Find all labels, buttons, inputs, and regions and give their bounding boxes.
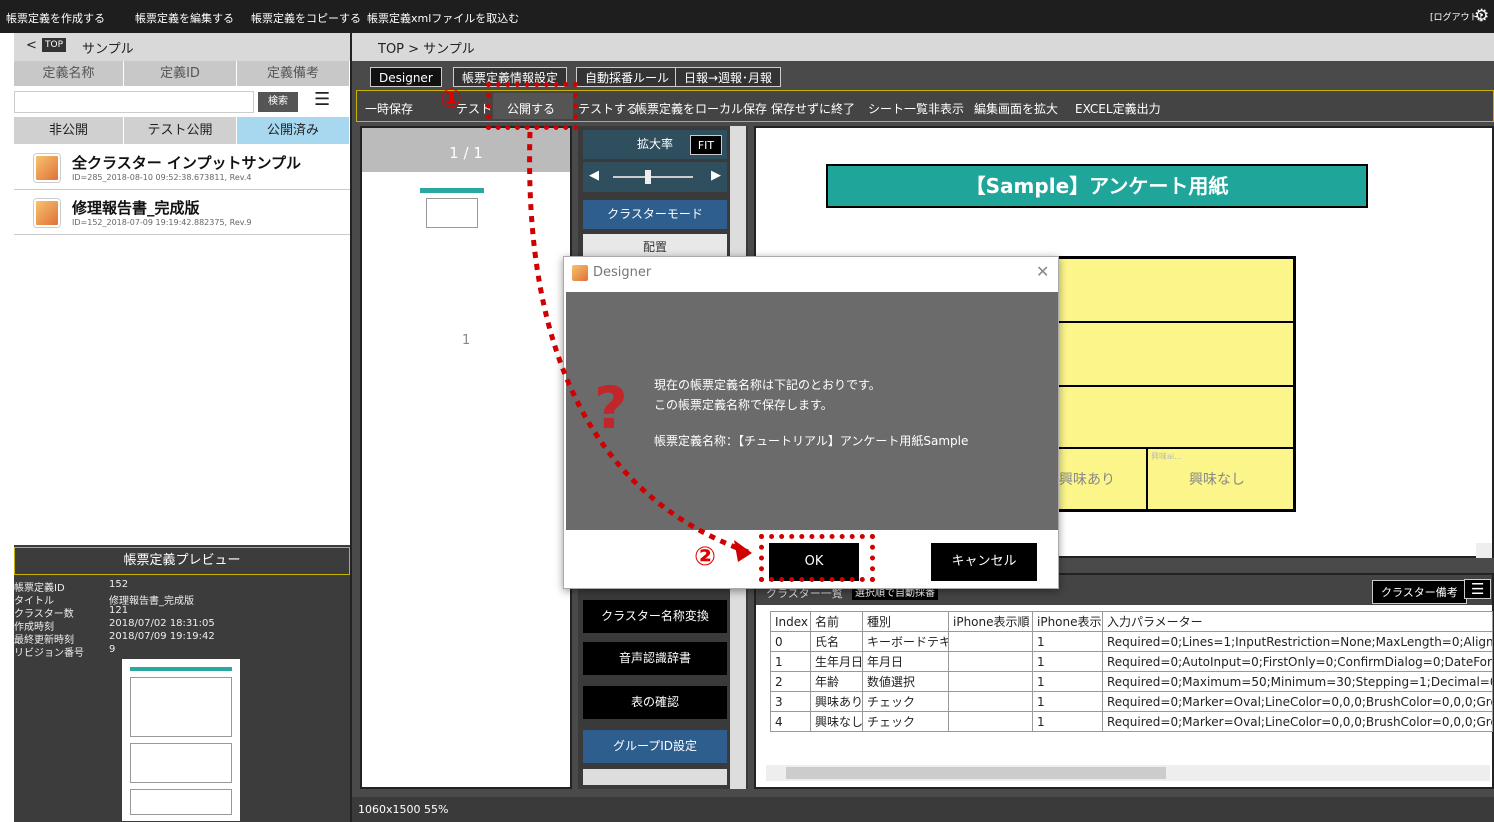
step-arrow [527, 131, 752, 562]
